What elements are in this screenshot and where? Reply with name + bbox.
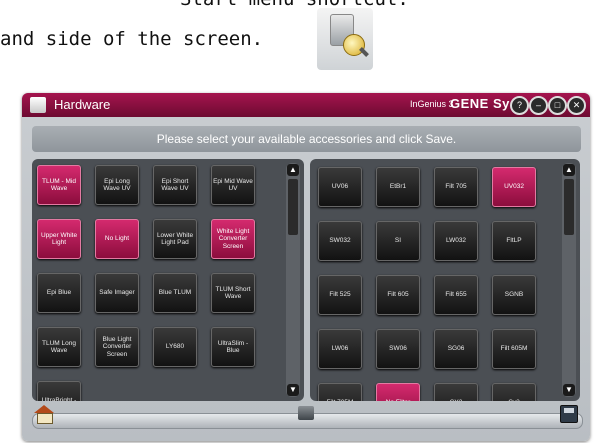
accessory-tile[interactable]: UV032 <box>492 167 536 207</box>
light-sources-panel: TLUM - Mid Wave Epi Long Wave UV Epi Short… <box>32 159 304 401</box>
filters-panel: UV06 EtBr1 Filt 705 UV032 SW032 SI LW032 FltLP F… <box>310 159 580 401</box>
scrollbar-thumb[interactable] <box>564 179 574 235</box>
save-icon[interactable] <box>560 405 578 423</box>
accessory-tile[interactable]: Safe Imager <box>95 273 139 313</box>
scrollbar-thumb[interactable] <box>288 179 298 235</box>
accessory-tile[interactable]: Filt 655 <box>434 275 478 315</box>
maximize-button[interactable]: □ <box>548 96 567 115</box>
title-bar: Hardware InGenius 3 GENE Sys ? – □ ✕ <box>22 93 590 117</box>
accessory-tile[interactable]: EtBr1 <box>376 167 420 207</box>
minimize-button[interactable]: – <box>529 96 548 115</box>
accessory-tile[interactable]: Blue TLUM <box>153 273 197 313</box>
accessory-tile[interactable]: SG06 <box>434 329 478 369</box>
light-sources-scrollbar[interactable]: ▲ ▼ <box>286 163 300 397</box>
accessory-tile[interactable]: UltraBright - <box>37 381 81 401</box>
accessory-tile[interactable]: No Light <box>95 219 139 259</box>
accessory-tile[interactable]: LY680 <box>153 327 197 367</box>
accessory-tile[interactable]: Epi Short Wave UV <box>153 165 197 205</box>
brand-small: InGenius 3 <box>410 99 454 109</box>
accessory-tile[interactable]: UltraSlim - Blue <box>211 327 255 367</box>
accessory-tile[interactable]: Blue Light Converter Screen <box>95 327 139 367</box>
hardware-window: Hardware InGenius 3 GENE Sys ? – □ ✕ Ple… <box>22 93 590 441</box>
accessory-tile[interactable]: Filt 705 <box>434 167 478 207</box>
scroll-down-icon[interactable]: ▼ <box>563 384 575 396</box>
accessory-tile[interactable]: TLUM Short Wave <box>211 273 255 313</box>
accessory-tile[interactable]: SW06 <box>376 329 420 369</box>
accessory-tile[interactable]: SGNB <box>492 275 536 315</box>
accessory-tile[interactable]: Filt 705M <box>318 383 362 401</box>
scroll-up-icon[interactable]: ▲ <box>563 164 575 176</box>
device-settings-icon[interactable] <box>298 406 314 420</box>
accessory-tile[interactable]: Epi Long Wave UV <box>95 165 139 205</box>
accessory-tile[interactable]: White Light Converter Screen <box>211 219 255 259</box>
caption-line-1: Start menu shortcut. <box>180 0 409 10</box>
filters-scrollbar[interactable]: ▲ ▼ <box>562 163 576 397</box>
accessory-tile[interactable]: LW06 <box>318 329 362 369</box>
brand-logo: GENE Sys <box>450 96 518 111</box>
accessory-tile[interactable]: Filt 605M <box>492 329 536 369</box>
accessory-tile[interactable]: UV06 <box>318 167 362 207</box>
hardware-icon <box>30 97 46 113</box>
help-button[interactable]: ? <box>510 96 529 115</box>
accessory-tile[interactable]: Upper White Light <box>37 219 81 259</box>
accessory-tile[interactable]: CY2 <box>434 383 478 401</box>
accessory-tile[interactable]: LW032 <box>434 221 478 261</box>
accessory-tile[interactable]: FltLP <box>492 221 536 261</box>
accessory-tile[interactable]: No Filter <box>376 383 420 401</box>
home-icon[interactable] <box>34 405 54 424</box>
scroll-down-icon[interactable]: ▼ <box>287 384 299 396</box>
accessory-tile[interactable]: TLUM Long Wave <box>37 327 81 367</box>
accessory-tile[interactable]: Lower White Light Pad <box>153 219 197 259</box>
instruction-bar: Please select your available accessories… <box>32 126 581 152</box>
accessory-tile[interactable]: TLUM - Mid Wave <box>37 165 81 205</box>
window-title: Hardware <box>54 97 111 112</box>
accessory-tile[interactable]: SW032 <box>318 221 362 261</box>
caption-line-2: and side of the screen. <box>0 28 264 50</box>
accessory-tile[interactable]: Filt 605 <box>376 275 420 315</box>
accessory-tile[interactable]: Epi Blue <box>37 273 81 313</box>
accessory-tile[interactable]: SI <box>376 221 420 261</box>
accessory-tile[interactable]: Cy3 <box>492 383 536 401</box>
accessory-tile[interactable]: Filt 525 <box>318 275 362 315</box>
scroll-up-icon[interactable]: ▲ <box>287 164 299 176</box>
accessory-tile[interactable]: Epi Mid Wave UV <box>211 165 255 205</box>
hardware-app-icon[interactable] <box>317 8 373 70</box>
close-button[interactable]: ✕ <box>567 96 586 115</box>
